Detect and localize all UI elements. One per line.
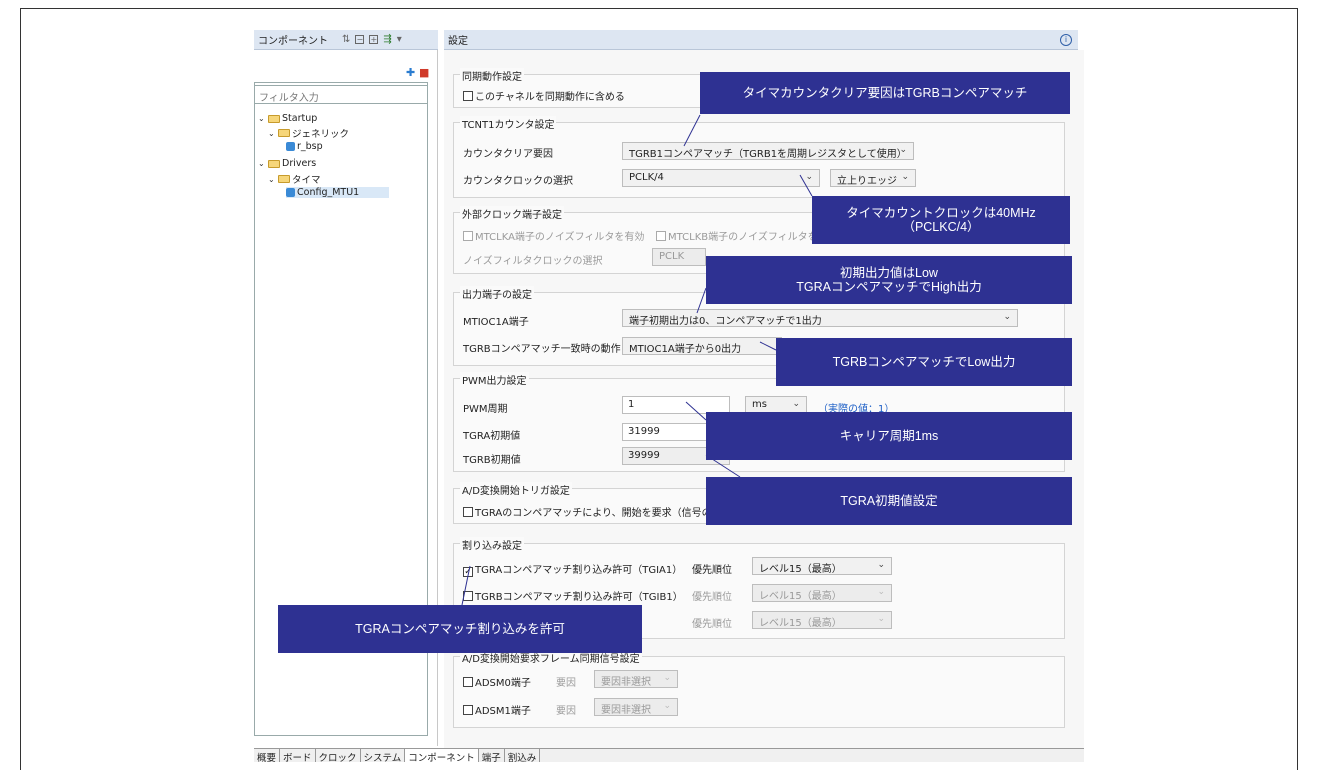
- callout-counter-clear: タイマカウンタクリア要因はTGRBコンペアマッチ: [700, 72, 1070, 114]
- callout-count-clock: タイマカウントクロックは40MHz （PCLKC/4）: [812, 196, 1070, 244]
- callout-connectors: [461, 114, 813, 606]
- callout-tgra-initial: TGRA初期値設定: [706, 477, 1072, 525]
- callout-tgra-interrupt: TGRAコンペアマッチ割り込みを許可: [278, 605, 642, 653]
- callout-carrier-period: キャリア周期1ms: [706, 412, 1072, 460]
- callout-tgrb-low: TGRBコンペアマッチでLow出力: [776, 338, 1072, 386]
- callout-initial-output: 初期出力値はLow TGRAコンペアマッチでHigh出力: [706, 256, 1072, 304]
